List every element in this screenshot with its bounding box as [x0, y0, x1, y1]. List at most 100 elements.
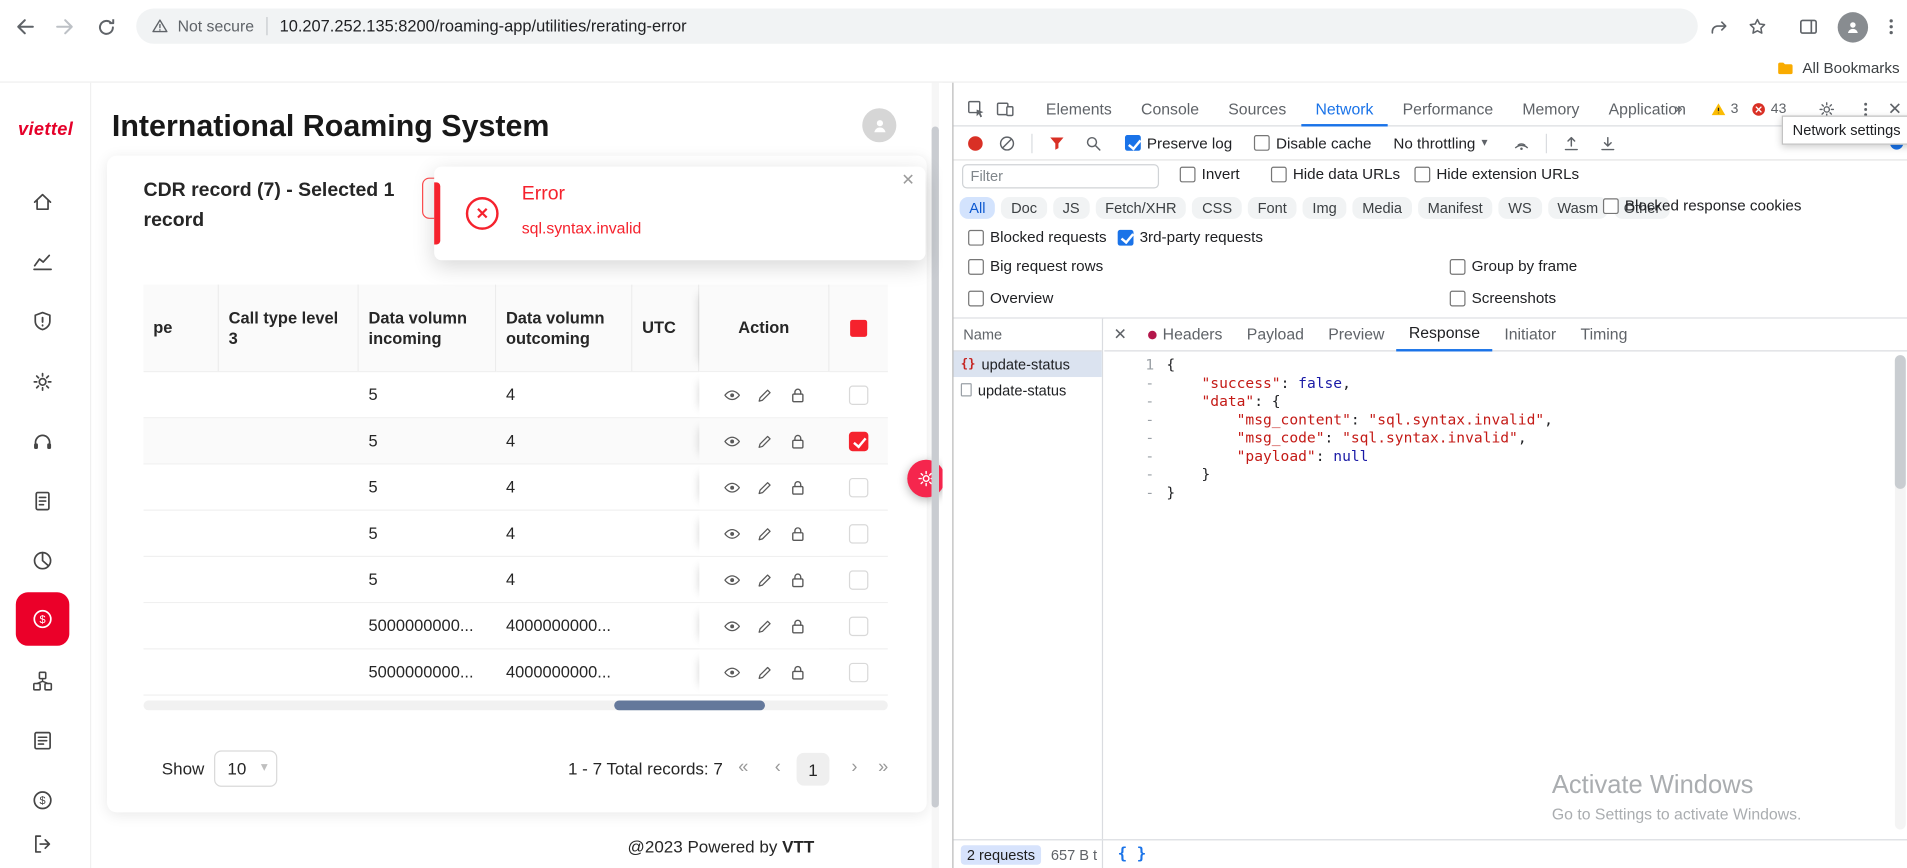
filter-chip-fetch-xhr[interactable]: Fetch/XHR [1095, 197, 1186, 219]
view-icon[interactable] [722, 524, 741, 543]
row-checkbox[interactable] [849, 477, 868, 496]
lock-icon[interactable] [787, 570, 806, 589]
checkbox[interactable] [968, 229, 984, 245]
scrollbar-thumb[interactable] [614, 701, 765, 711]
all-bookmarks-button[interactable]: All Bookmarks [1776, 56, 1900, 80]
reload-icon[interactable] [90, 11, 122, 43]
checkbox[interactable] [1450, 290, 1466, 306]
column-header-6[interactable]: Action [699, 285, 829, 373]
devtools-tab-memory[interactable]: Memory [1508, 92, 1594, 126]
lock-icon[interactable] [787, 477, 806, 496]
profile-avatar-icon[interactable] [1836, 11, 1868, 43]
back-icon[interactable] [10, 11, 42, 43]
close-detail-icon[interactable]: ✕ [1104, 325, 1136, 344]
devtools-tab-sources[interactable]: Sources [1214, 92, 1301, 126]
share-icon[interactable] [1703, 11, 1735, 43]
search-icon[interactable] [1079, 128, 1108, 157]
disable-cache-checkbox[interactable]: Disable cache [1254, 134, 1371, 151]
checkbox[interactable] [1118, 229, 1134, 245]
filter-chip-doc[interactable]: Doc [1001, 197, 1046, 219]
column-header-3[interactable]: Data volumn incoming [359, 285, 496, 373]
devtools-tab-application[interactable]: Application [1594, 92, 1701, 126]
filter-chip-font[interactable]: Font [1248, 197, 1297, 219]
filter-chip-wasm[interactable]: Wasm [1548, 197, 1608, 219]
export-har-icon[interactable] [1557, 128, 1586, 157]
third-party-requests-checkbox[interactable]: 3rd-party requests [1118, 229, 1263, 246]
invert-checkbox[interactable]: Invert [1180, 165, 1240, 182]
row-checkbox[interactable] [849, 431, 868, 450]
name-column-header[interactable]: Name [954, 319, 1102, 352]
table-row-4[interactable]: 54 [144, 511, 888, 557]
view-icon[interactable] [722, 570, 741, 589]
filter-chip-manifest[interactable]: Manifest [1418, 197, 1493, 219]
sidebar-item-chart[interactable] [16, 235, 70, 289]
view-icon[interactable] [722, 662, 741, 681]
column-header-5[interactable]: UTC [632, 285, 699, 373]
lock-icon[interactable] [787, 616, 806, 635]
edit-icon[interactable] [755, 477, 774, 496]
response-scrollbar-thumb[interactable] [1895, 355, 1906, 489]
lock-icon[interactable] [787, 431, 806, 450]
filter-chip-js[interactable]: JS [1053, 197, 1090, 219]
throttling-select[interactable]: No throttling▾ [1393, 134, 1487, 151]
clear-network-log-icon[interactable] [992, 128, 1021, 157]
table-row-1[interactable]: 54 [144, 372, 888, 418]
select-all-checkbox[interactable] [850, 319, 867, 336]
checkbox[interactable] [1603, 198, 1619, 214]
last-page-icon[interactable]: » [878, 756, 888, 777]
page-scrollbar-thumb[interactable] [932, 126, 939, 807]
filter-chip-img[interactable]: Img [1303, 197, 1347, 219]
checkbox[interactable] [1125, 135, 1141, 151]
checkbox[interactable] [1271, 166, 1287, 182]
screenshots-checkbox[interactable]: Screenshots [1450, 289, 1556, 306]
filter-chip-all[interactable]: All [960, 197, 996, 219]
big-request-rows-checkbox[interactable]: Big request rows [968, 258, 1103, 275]
warnings-badge[interactable]: 3 [1710, 92, 1738, 126]
table-row-5[interactable]: 54 [144, 557, 888, 603]
row-checkbox[interactable] [849, 570, 868, 589]
blocked-requests-checkbox[interactable]: Blocked requests [968, 229, 1107, 246]
detail-tab-payload[interactable]: Payload [1235, 318, 1316, 351]
filter-chip-css[interactable]: CSS [1192, 197, 1241, 219]
edit-icon[interactable] [755, 570, 774, 589]
pretty-print-icon[interactable]: { } [1118, 845, 1147, 863]
network-conditions-icon[interactable] [1507, 128, 1536, 157]
checkbox[interactable] [1450, 258, 1466, 274]
view-icon[interactable] [722, 616, 741, 635]
blocked-response-cookies-checkbox[interactable]: Blocked response cookies [1603, 197, 1802, 214]
lock-icon[interactable] [787, 385, 806, 404]
column-header-1[interactable]: pe [144, 285, 219, 373]
edit-icon[interactable] [755, 431, 774, 450]
bookmark-star-icon[interactable] [1742, 11, 1774, 43]
side-panel-icon[interactable] [1793, 11, 1825, 43]
sidebar-item-pie-chart[interactable] [16, 534, 70, 588]
checkbox[interactable] [968, 290, 984, 306]
detail-tab-initiator[interactable]: Initiator [1492, 318, 1568, 351]
hide-data-urls-checkbox[interactable]: Hide data URLs [1271, 165, 1400, 182]
record-network-log-icon[interactable] [968, 136, 983, 151]
edit-icon[interactable] [755, 662, 774, 681]
requests-count[interactable]: 2 requests [961, 845, 1041, 864]
request-row-2[interactable]: update-status [954, 377, 1102, 403]
sidebar-item-shield[interactable] [16, 294, 70, 348]
filter-chip-ws[interactable]: WS [1499, 197, 1542, 219]
row-checkbox[interactable] [849, 524, 868, 543]
lock-icon[interactable] [787, 524, 806, 543]
devtools-tab-console[interactable]: Console [1126, 92, 1213, 126]
view-icon[interactable] [722, 431, 741, 450]
devtools-tab-network[interactable]: Network [1301, 92, 1388, 126]
sidebar-item-list[interactable] [16, 714, 70, 768]
table-row-3[interactable]: 54 [144, 465, 888, 511]
sidebar-item-gear[interactable] [16, 355, 70, 409]
sidebar-item-home[interactable] [16, 175, 70, 229]
table-row-7[interactable]: 5000000000...4000000000... [144, 649, 888, 695]
group-by-frame-checkbox[interactable]: Group by frame [1450, 258, 1578, 275]
toast-close-icon[interactable]: ✕ [901, 170, 914, 189]
next-page-icon[interactable]: › [851, 756, 857, 777]
edit-icon[interactable] [755, 616, 774, 635]
devtools-tab-elements[interactable]: Elements [1031, 92, 1126, 126]
table-row-6[interactable]: 5000000000...4000000000... [144, 603, 888, 649]
row-checkbox[interactable] [849, 385, 868, 404]
user-avatar[interactable] [862, 108, 896, 142]
inspect-element-icon[interactable] [961, 94, 990, 123]
